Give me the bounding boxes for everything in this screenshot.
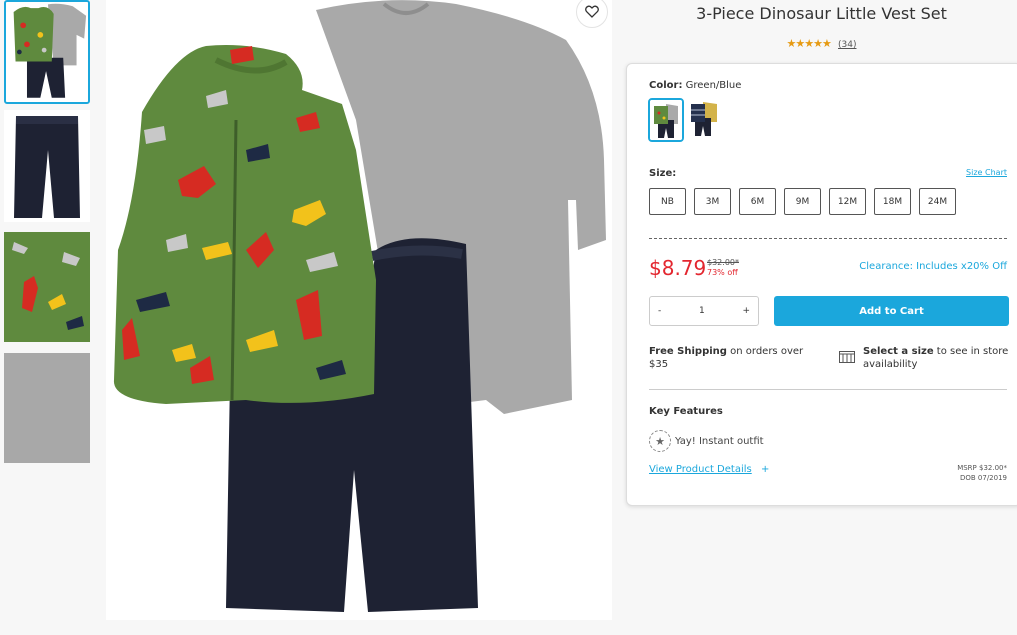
- discount-percent: 73% off: [707, 268, 738, 277]
- main-product-image: [106, 0, 612, 620]
- thumbnail-bodysuit-fabric[interactable]: [4, 353, 90, 463]
- msrp-line: MSRP $32.00*: [957, 464, 1007, 472]
- expand-plus-icon[interactable]: +: [761, 464, 769, 475]
- size-option-9m[interactable]: 9M: [784, 188, 821, 215]
- size-chart-link[interactable]: Size Chart: [966, 168, 1007, 177]
- original-price: $32.00*: [707, 258, 739, 267]
- quantity-decrease-button[interactable]: -: [658, 306, 661, 316]
- size-option-3m[interactable]: 3M: [694, 188, 731, 215]
- star-badge-icon: ★: [649, 430, 671, 452]
- heart-icon: [585, 3, 599, 22]
- shipping-bold: Free Shipping: [649, 346, 727, 357]
- star-rating-icon: ★★★★★: [786, 37, 832, 50]
- msrp-note: MSRP $32.00* DOB 07/2019: [957, 463, 1007, 483]
- size-label-text: Size:: [649, 168, 677, 179]
- add-to-cart-button[interactable]: Add to Cart: [774, 296, 1009, 326]
- color-value: Green/Blue: [685, 80, 742, 91]
- quantity-value[interactable]: 1: [699, 306, 705, 316]
- swatch-navy-yellow[interactable]: [687, 98, 723, 142]
- store-availability: Select a size to see in store availabili…: [863, 345, 1013, 371]
- purchase-panel: Color: Green/Blue Size: Size Chart NB 3M…: [626, 63, 1017, 506]
- thumbnail-outfit-image: [6, 2, 88, 102]
- shipping-info: Free Shipping on orders over $35: [649, 345, 819, 371]
- thumbnail-vest-detail-image: [4, 232, 90, 342]
- product-title: 3-Piece Dinosaur Little Vest Set: [696, 4, 947, 23]
- sale-price: $8.79: [649, 256, 707, 280]
- thumbnail-pants[interactable]: [4, 110, 90, 222]
- thumbnail-vest-detail[interactable]: [4, 232, 90, 342]
- product-rating: ★★★★★ (34): [626, 37, 1017, 50]
- quantity-stepper: - 1 +: [649, 296, 759, 326]
- size-option-6m[interactable]: 6M: [739, 188, 776, 215]
- quantity-increase-button[interactable]: +: [742, 306, 750, 316]
- clearance-note: Clearance: Includes x20% Off: [859, 261, 1007, 272]
- view-product-details-link[interactable]: View Product Details: [649, 464, 752, 475]
- thumbnail-outfit-front[interactable]: [4, 0, 90, 104]
- size-option-12m[interactable]: 12M: [829, 188, 866, 215]
- price-divider: [649, 238, 1007, 239]
- key-feature-item: Yay! Instant outfit: [675, 436, 764, 447]
- size-option-18m[interactable]: 18M: [874, 188, 911, 215]
- key-features-title: Key Features: [649, 406, 723, 417]
- store-bold: Select a size: [863, 346, 934, 357]
- swatch-green-blue[interactable]: [648, 98, 684, 142]
- store-icon: [839, 348, 855, 363]
- thumbnail-pants-image: [4, 110, 90, 222]
- size-option-nb[interactable]: NB: [649, 188, 686, 215]
- section-divider: [649, 389, 1007, 390]
- review-count-link[interactable]: (34): [838, 40, 856, 50]
- product-illustration: [106, 0, 612, 620]
- size-option-24m[interactable]: 24M: [919, 188, 956, 215]
- dob-line: DOB 07/2019: [959, 474, 1007, 482]
- color-label: Color:: [649, 80, 683, 91]
- size-label: Size:: [649, 168, 676, 179]
- color-label-row: Color: Green/Blue: [649, 80, 741, 91]
